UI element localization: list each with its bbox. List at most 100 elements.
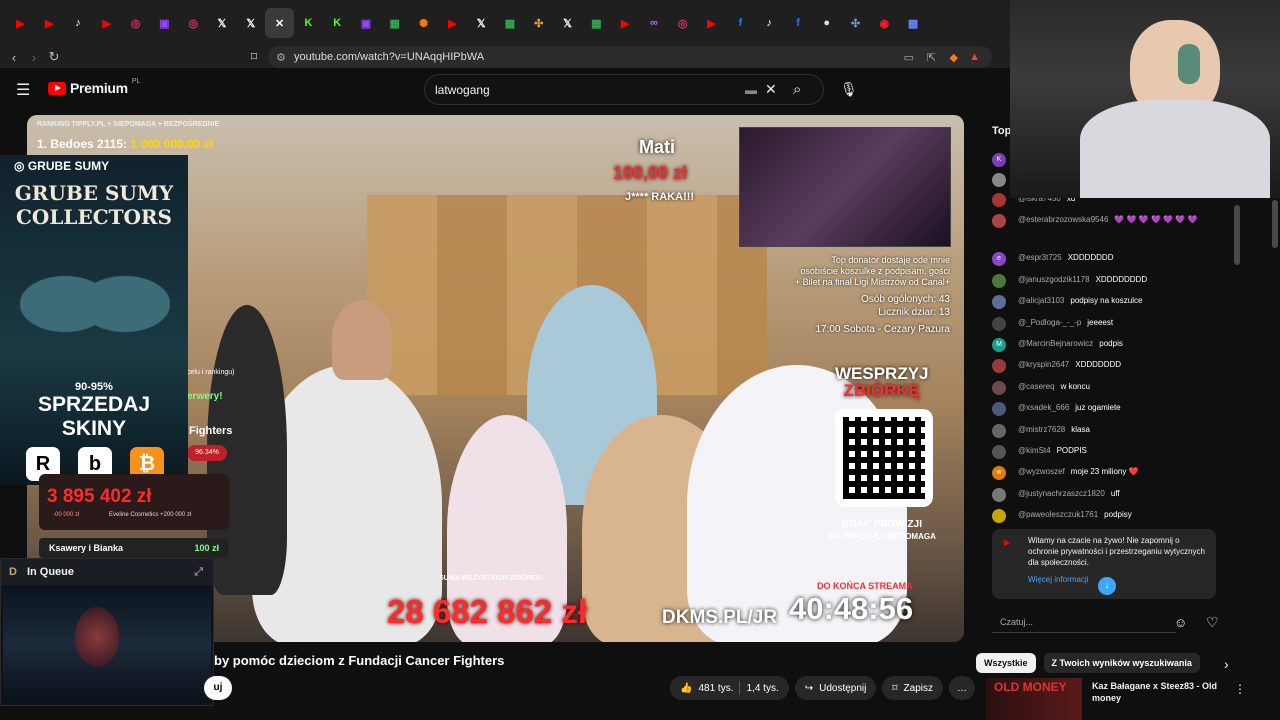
share-button[interactable]: ↪ Udostępnij xyxy=(794,676,877,700)
browser-tab[interactable]: ● xyxy=(812,8,841,38)
share-icon[interactable]: ⇱ xyxy=(927,51,936,64)
browser-tab[interactable]: f xyxy=(784,8,813,38)
extension-icon[interactable]: ◆ xyxy=(950,51,958,64)
page-scrollbar[interactable] xyxy=(1272,200,1278,248)
browser-tab[interactable]: ▶ xyxy=(35,8,64,38)
browser-tab[interactable]: ✺ xyxy=(409,8,438,38)
site-info-icon[interactable]: ⚙ xyxy=(276,51,286,64)
scroll-down-button[interactable]: ↓ xyxy=(1098,577,1116,595)
browser-tab[interactable]: ♪ xyxy=(755,8,784,38)
chips-next-icon[interactable]: › xyxy=(1224,656,1229,672)
browser-tab[interactable]: K xyxy=(294,8,323,38)
extension-icon[interactable]: ▲ xyxy=(969,51,980,63)
browser-tab[interactable]: ▶ xyxy=(6,8,35,38)
chat-message[interactable]: @alicjat3103 podpisy na koszulce xyxy=(992,295,1142,310)
browser-tab[interactable]: ▣ xyxy=(352,8,381,38)
search-input[interactable]: latwogang ▬ ✕ ⌕ xyxy=(424,74,824,105)
browser-tab[interactable]: 𝕏 xyxy=(467,8,496,38)
chat-message[interactable]: @januszgodzik1178 XDDDDDDDD xyxy=(992,273,1147,288)
address-bar[interactable]: ⚙ youtube.com/watch?v=UNAqqHIPbWA ▭ ⇱ ◆ … xyxy=(268,46,992,68)
browser-tab[interactable]: ▶ xyxy=(611,8,640,38)
chat-username[interactable]: @januszgodzik1178 xyxy=(1018,275,1090,284)
chat-message[interactable]: @casereq w koncu xyxy=(992,380,1090,395)
browser-tab[interactable]: K xyxy=(323,8,352,38)
chat-username[interactable]: @esterabrzozowska9546 xyxy=(1018,215,1108,224)
browser-tab[interactable]: 𝕏 xyxy=(236,8,265,38)
more-actions-button[interactable]: … xyxy=(948,676,975,700)
chat-message[interactable]: @_Podloga-_-_-p jeeeest xyxy=(992,316,1113,331)
video-thumbnail[interactable]: OLD MONEY xyxy=(986,678,1082,720)
avatar[interactable] xyxy=(992,487,1006,502)
browser-tab[interactable]: ▣ xyxy=(150,8,179,38)
chat-username[interactable]: @wyzwoszef xyxy=(1018,467,1065,476)
chat-message[interactable]: @justynachrzaszcz1820 uff xyxy=(992,487,1120,502)
avatar[interactable] xyxy=(992,273,1006,288)
browser-tab[interactable]: ♪ xyxy=(64,8,93,38)
browser-tab[interactable]: ▩ xyxy=(899,8,928,38)
chat-message[interactable]: @paweoleszczuk1761 podpisy xyxy=(992,509,1132,524)
chat-message[interactable]: @xsadek_666 juz ogamiete xyxy=(992,402,1121,417)
chat-message[interactable]: @mistrz7628 klasa xyxy=(992,423,1090,438)
browser-tab[interactable]: ▶ xyxy=(438,8,467,38)
subscribe-button[interactable]: uj xyxy=(204,676,232,700)
chat-username[interactable]: @justynachrzaszcz1820 xyxy=(1018,489,1105,498)
chat-username[interactable]: @kryspin2647 xyxy=(1018,360,1069,369)
chat-scrollbar[interactable] xyxy=(1234,205,1240,265)
install-icon[interactable]: ▭ xyxy=(904,51,914,64)
browser-tab[interactable]: ▶ xyxy=(697,8,726,38)
menu-icon[interactable]: ☰ xyxy=(16,80,30,100)
avatar[interactable] xyxy=(992,193,1006,207)
heart-icon[interactable]: ♡ xyxy=(1206,614,1219,631)
avatar[interactable] xyxy=(992,295,1006,310)
reload-icon[interactable]: ↻ xyxy=(44,49,64,65)
browser-tab[interactable]: ▶ xyxy=(92,8,121,38)
keyboard-icon[interactable]: ▬ xyxy=(745,83,757,97)
avatar[interactable] xyxy=(992,173,1006,187)
chat-username[interactable]: @alicjat3103 xyxy=(1018,296,1064,305)
browser-tab[interactable]: 𝕏 xyxy=(553,8,582,38)
avatar[interactable] xyxy=(992,316,1006,331)
chat-message[interactable]: w @wyzwoszef moje 23 miliony ❤️ xyxy=(992,466,1139,481)
browser-tab[interactable]: ✣ xyxy=(841,8,870,38)
browser-tab[interactable]: ▦ xyxy=(496,8,525,38)
chat-message[interactable]: @esterabrzozowska9546 💜 💜 💜 💜 💜 💜 💜 xyxy=(992,214,1197,229)
chat-username[interactable]: @MarcinBejnarowicz xyxy=(1018,339,1093,348)
browser-tab[interactable]: ✣ xyxy=(524,8,553,38)
more-info-link[interactable]: Więcej informacji xyxy=(1028,574,1208,585)
browser-tab[interactable]: ▦ xyxy=(582,8,611,38)
chat-username[interactable]: @kimSt4 xyxy=(1018,446,1051,455)
chat-username[interactable]: @paweoleszczuk1761 xyxy=(1018,510,1098,519)
save-button[interactable]: ⌑ Zapisz xyxy=(882,676,943,700)
chat-message[interactable]: e @espr3t725 XDDDDDDD xyxy=(992,252,1113,267)
expand-icon[interactable]: ⤢ xyxy=(194,566,203,579)
more-options-icon[interactable]: ⋮ xyxy=(1234,682,1246,696)
filter-chip[interactable]: Z Twoich wyników wyszukiwania xyxy=(1043,653,1200,673)
youtube-logo[interactable]: Premium PL xyxy=(48,78,140,96)
avatar[interactable]: K xyxy=(992,153,1006,167)
avatar[interactable] xyxy=(992,445,1006,459)
filter-chip[interactable]: Wszystkie xyxy=(976,653,1036,673)
browser-tab[interactable]: ▦ xyxy=(380,8,409,38)
browser-tab[interactable]: ◎ xyxy=(121,8,150,38)
chat-message[interactable]: M @MarcinBejnarowicz podpis xyxy=(992,338,1123,352)
chat-username[interactable]: @espr3t725 xyxy=(1018,253,1062,262)
emoji-icon[interactable]: ☺ xyxy=(1174,615,1187,630)
avatar[interactable] xyxy=(992,402,1006,417)
avatar[interactable] xyxy=(992,509,1006,524)
avatar[interactable] xyxy=(992,359,1006,374)
browser-tab[interactable]: ◉ xyxy=(870,8,899,38)
avatar[interactable]: e xyxy=(992,252,1006,267)
chat-username[interactable]: @xsadek_666 xyxy=(1018,403,1069,412)
avatar[interactable] xyxy=(992,423,1006,438)
avatar[interactable]: w xyxy=(992,466,1006,481)
chat-message[interactable]: @kryspin2647 XDDDDDDD xyxy=(992,359,1121,374)
chat-username[interactable]: @mistrz7628 xyxy=(1018,425,1065,434)
recommended-video[interactable]: OLD MONEY Kaz Bałagane x Steez83 - Old m… xyxy=(986,678,1276,720)
clear-search-icon[interactable]: ✕ xyxy=(765,81,777,98)
tab-close-icon[interactable]: ✕ xyxy=(265,8,294,38)
chat-input[interactable]: Czatuj... xyxy=(992,611,1176,633)
browser-tab[interactable]: f xyxy=(726,8,755,38)
search-icon[interactable]: ⌕ xyxy=(793,81,801,98)
back-icon[interactable]: ‹ xyxy=(4,50,24,65)
browser-tab[interactable]: 𝕏 xyxy=(208,8,237,38)
